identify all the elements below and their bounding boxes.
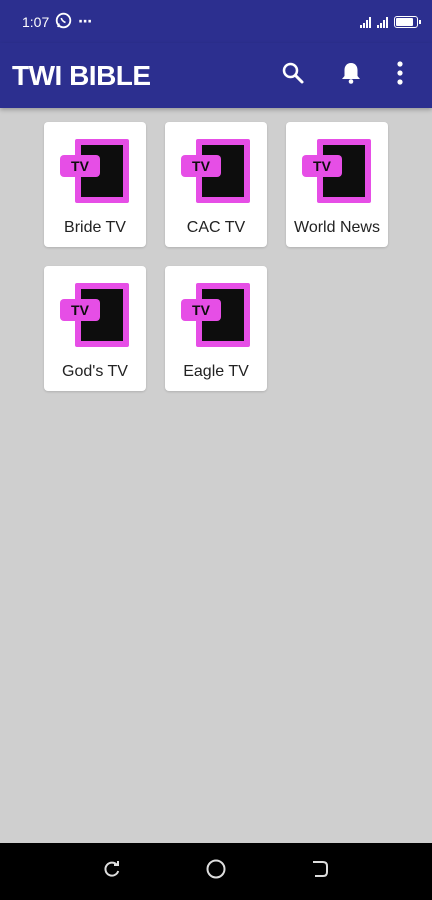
status-left: 1:07 ⋯: [22, 12, 93, 32]
signal-icon: [360, 16, 371, 28]
channel-label: World News: [294, 219, 380, 236]
channel-grid: TV Bride TV TV CAC TV TV World News TV G…: [44, 122, 388, 391]
app-actions: [264, 47, 420, 105]
tv-icon: TV: [59, 138, 131, 204]
overflow-menu-button[interactable]: [380, 47, 420, 105]
home-icon: [205, 858, 227, 885]
back-icon: [310, 859, 330, 884]
notifications-button[interactable]: [322, 47, 380, 105]
search-button[interactable]: [264, 47, 322, 105]
channel-label: Bride TV: [64, 219, 126, 236]
search-icon: [281, 61, 305, 90]
tv-icon-text: TV: [192, 158, 211, 174]
recent-apps-button[interactable]: [92, 852, 132, 892]
signal-icon: [377, 16, 388, 28]
back-button[interactable]: [300, 852, 340, 892]
status-time: 1:07: [22, 13, 50, 30]
bell-icon: [340, 61, 362, 90]
channel-label: God's TV: [62, 363, 128, 380]
status-right: [360, 15, 421, 28]
recent-apps-icon: [102, 859, 122, 884]
tv-icon-text: TV: [313, 158, 332, 174]
battery-fill: [396, 17, 413, 26]
battery-icon: [394, 15, 421, 28]
channel-label: Eagle TV: [183, 363, 249, 380]
channel-tile-cac-tv[interactable]: TV CAC TV: [165, 122, 267, 247]
tv-icon: TV: [59, 282, 131, 348]
app-title: TWI BIBLE: [12, 59, 151, 91]
tv-icon: TV: [180, 138, 252, 204]
app-bar: TWI BIBLE: [0, 43, 432, 108]
overflow-menu-icon: [397, 61, 403, 90]
home-button[interactable]: [196, 852, 236, 892]
channel-tile-god-s-tv[interactable]: TV God's TV: [44, 266, 146, 391]
navigation-bar: [0, 843, 432, 900]
more-dots-icon: ⋯: [78, 13, 94, 29]
tv-icon-text: TV: [192, 302, 211, 318]
channel-tile-bride-tv[interactable]: TV Bride TV: [44, 122, 146, 247]
channel-label: CAC TV: [186, 219, 246, 236]
tv-icon: TV: [180, 282, 252, 348]
whatsapp-icon: [55, 12, 72, 32]
tv-icon-text: TV: [71, 302, 90, 318]
tv-icon-text: TV: [71, 158, 90, 174]
channel-tile-eagle-tv[interactable]: TV Eagle TV: [165, 266, 267, 391]
channel-tile-world-news[interactable]: TV World News: [286, 122, 388, 247]
status-bar: 1:07 ⋯: [0, 0, 432, 43]
tv-icon: TV: [301, 138, 373, 204]
